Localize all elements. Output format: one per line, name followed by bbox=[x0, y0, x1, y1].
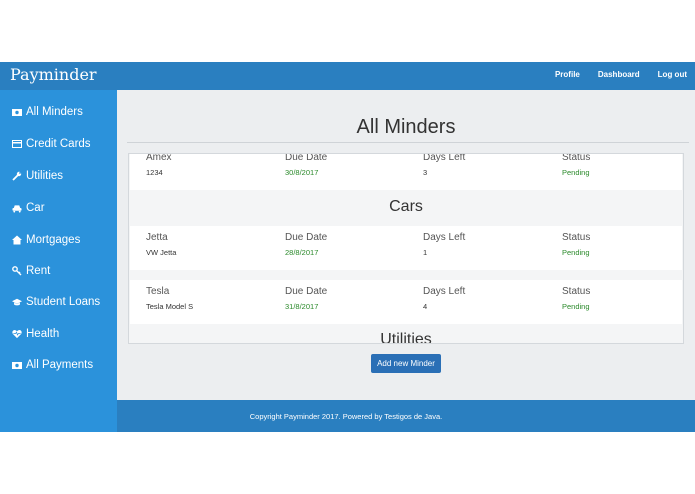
status-value: Pending bbox=[562, 168, 590, 177]
sidebar-item-label: Student Loans bbox=[26, 296, 101, 308]
sidebar-item-all-minders[interactable]: All Minders bbox=[12, 106, 83, 118]
due-date-header: Due Date bbox=[285, 286, 328, 297]
minders-scroll-panel[interactable]: Amex 1234 Due Date 30/8/2017 Days Left 3… bbox=[128, 153, 684, 344]
due-date-value: 28/8/2017 bbox=[285, 248, 319, 257]
sidebar-item-health[interactable]: Health bbox=[12, 328, 59, 340]
status-value: Pending bbox=[562, 248, 590, 257]
days-left-value: 1 bbox=[423, 248, 428, 257]
days-left-header: Days Left bbox=[423, 232, 466, 243]
days-left-header: Days Left bbox=[423, 153, 466, 163]
nav-links: Profile Dashboard Log out bbox=[555, 70, 687, 79]
nav-logout-link[interactable]: Log out bbox=[658, 70, 687, 79]
sidebar-item-label: All Minders bbox=[26, 106, 83, 118]
minder-sub: 1234 bbox=[146, 168, 163, 177]
graduation-cap-icon bbox=[12, 297, 22, 307]
brand-logo[interactable]: Payminder bbox=[10, 65, 97, 84]
app-window: Payminder Profile Dashboard Log out All … bbox=[0, 62, 695, 432]
sidebar: All Minders Credit Cards Utilities Car M… bbox=[0, 90, 117, 432]
minder-card-tesla[interactable]: Tesla Tesla Model S Due Date 31/8/2017 D… bbox=[130, 280, 682, 324]
sidebar-item-label: Health bbox=[26, 328, 60, 340]
minder-sub: Tesla Model S bbox=[146, 302, 194, 311]
minder-name: Amex bbox=[146, 153, 172, 163]
wrench-icon bbox=[12, 171, 22, 181]
days-left-header: Days Left bbox=[423, 286, 466, 297]
status-header: Status bbox=[562, 232, 591, 243]
credit-card-icon bbox=[12, 139, 22, 149]
due-date-header: Due Date bbox=[285, 153, 328, 163]
minder-sub: VW Jetta bbox=[146, 248, 177, 257]
sidebar-item-label: Mortgages bbox=[26, 234, 81, 246]
minder-name: Jetta bbox=[146, 232, 168, 243]
sidebar-item-label: All Payments bbox=[26, 359, 94, 371]
sidebar-item-all-payments[interactable]: All Payments bbox=[12, 359, 93, 371]
money-icon bbox=[12, 107, 22, 117]
section-heading-cars: Cars bbox=[389, 198, 423, 215]
sidebar-item-mortgages[interactable]: Mortgages bbox=[12, 234, 80, 246]
due-date-value: 30/8/2017 bbox=[285, 168, 319, 177]
sidebar-item-student-loans[interactable]: Student Loans bbox=[12, 296, 100, 308]
status-value: Pending bbox=[562, 302, 590, 311]
nav-dashboard-link[interactable]: Dashboard bbox=[598, 70, 640, 79]
sidebar-item-credit-cards[interactable]: Credit Cards bbox=[12, 138, 91, 150]
due-date-header: Due Date bbox=[285, 232, 328, 243]
days-left-value: 3 bbox=[423, 168, 428, 177]
footer: Copyright Payminder 2017. Powered by Tes… bbox=[117, 400, 695, 432]
minder-name: Tesla bbox=[146, 286, 170, 297]
minder-card-jetta[interactable]: Jetta VW Jetta Due Date 28/8/2017 Days L… bbox=[130, 226, 682, 270]
sidebar-item-utilities[interactable]: Utilities bbox=[12, 170, 63, 182]
sidebar-item-rent[interactable]: Rent bbox=[12, 265, 50, 277]
sidebar-item-car[interactable]: Car bbox=[12, 202, 45, 214]
footer-copyright: Copyright Payminder 2017. Powered by Tes… bbox=[249, 411, 443, 421]
section-heading-utilities: Utilities bbox=[380, 331, 432, 344]
page-title: All Minders bbox=[356, 116, 456, 138]
home-icon bbox=[12, 235, 22, 245]
main-content: All Minders Amex 1234 Due Date 30/8/2017… bbox=[117, 90, 695, 400]
car-icon bbox=[12, 203, 22, 213]
top-navbar: Payminder Profile Dashboard Log out bbox=[0, 62, 695, 90]
key-icon bbox=[12, 266, 22, 276]
days-left-value: 4 bbox=[423, 302, 428, 311]
due-date-value: 31/8/2017 bbox=[285, 302, 319, 311]
money-icon bbox=[12, 360, 22, 370]
status-header: Status bbox=[562, 153, 591, 163]
sidebar-item-label: Utilities bbox=[26, 170, 64, 182]
status-header: Status bbox=[562, 286, 591, 297]
sidebar-item-label: Car bbox=[26, 202, 45, 214]
minder-card-amex[interactable]: Amex 1234 Due Date 30/8/2017 Days Left 3… bbox=[130, 153, 682, 190]
sidebar-item-label: Credit Cards bbox=[26, 138, 91, 150]
title-divider bbox=[127, 142, 689, 143]
add-minder-button[interactable]: Add new Minder bbox=[371, 354, 441, 373]
nav-profile-link[interactable]: Profile bbox=[555, 70, 580, 79]
heartbeat-icon bbox=[12, 329, 22, 339]
sidebar-item-label: Rent bbox=[26, 265, 51, 277]
